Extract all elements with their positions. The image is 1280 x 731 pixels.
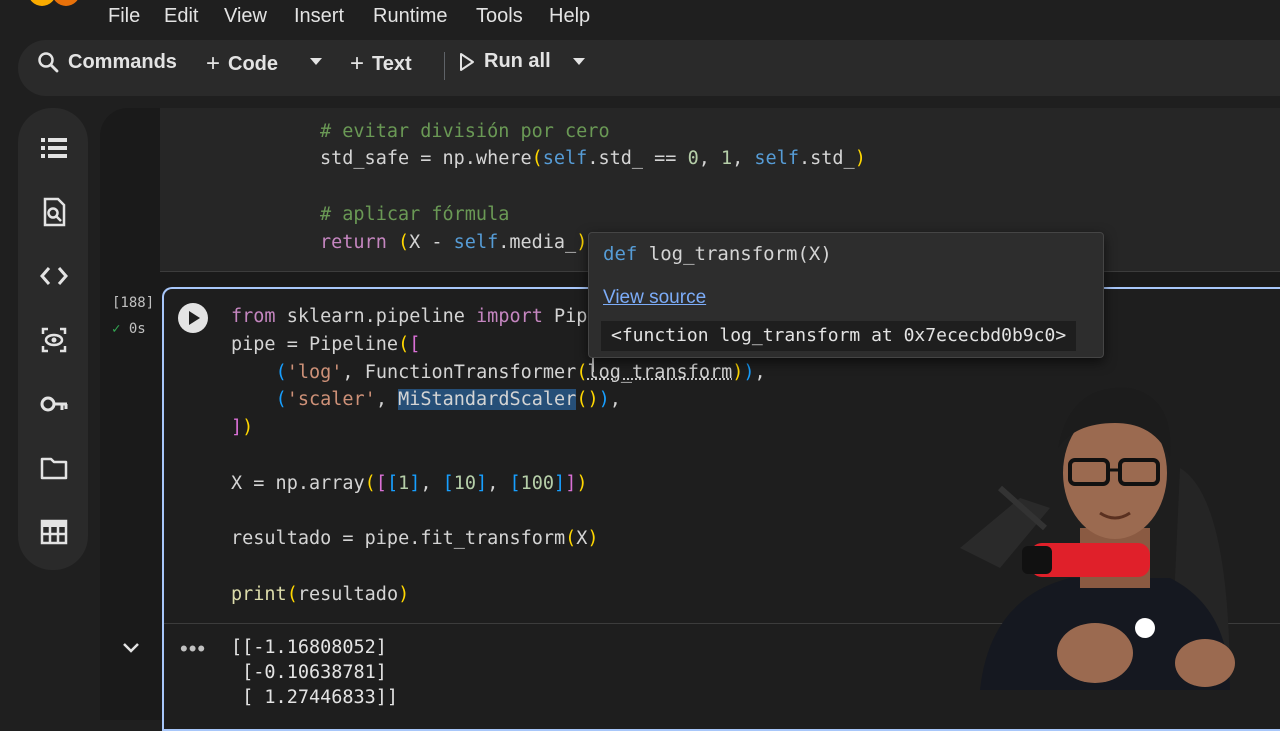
commands-button[interactable]: Commands [36, 50, 177, 74]
menu-file[interactable]: File [108, 5, 140, 28]
colab-logo[interactable] [28, 0, 82, 6]
find-icon[interactable] [39, 197, 69, 227]
view-source-link[interactable]: View source [603, 287, 706, 309]
signature-tooltip: def log_transform(X) View source <functi… [588, 232, 1104, 358]
code-line: # evitar división por cero [320, 121, 610, 142]
play-icon [458, 52, 476, 72]
execution-time: ✓ 0s [112, 321, 146, 337]
secrets-key-icon[interactable] [39, 389, 69, 419]
output-line: [ 1.27446833]] [231, 687, 398, 708]
code-line: ('log', FunctionTransformer(log_transfor… [231, 362, 766, 383]
menu-edit[interactable]: Edit [164, 5, 198, 28]
code-line: ]) [231, 417, 253, 438]
chevron-down-icon[interactable] [120, 636, 142, 658]
code-dropdown-icon[interactable] [310, 58, 322, 65]
run-all-button[interactable]: Run all [458, 50, 551, 73]
code-line: ('scaler', MiStandardScaler()), [231, 389, 621, 410]
toolbar: Commands + Code + Text Run all [0, 36, 1280, 96]
menu-view[interactable]: View [224, 5, 267, 28]
execution-time-value: 0s [129, 321, 146, 337]
code-snippets-icon[interactable] [39, 261, 69, 291]
code-line: pipe = Pipeline([ [231, 334, 420, 355]
search-icon [36, 50, 60, 74]
check-icon: ✓ [112, 321, 120, 337]
code-label: Code [228, 53, 278, 76]
table-of-contents-icon[interactable] [39, 133, 69, 163]
code-line: return (X - self.media_) [320, 232, 587, 253]
menu-help[interactable]: Help [549, 5, 590, 28]
menu-insert[interactable]: Insert [294, 5, 344, 28]
menu-bar: File Edit View Insert Runtime Tools Help [0, 0, 1280, 36]
run-all-dropdown-icon[interactable] [573, 58, 585, 65]
data-table-icon[interactable] [39, 517, 69, 547]
files-folder-icon[interactable] [39, 453, 69, 483]
text-label: Text [372, 53, 412, 76]
code-line: resultado = pipe.fit_transform(X) [231, 528, 599, 549]
code-line: print(resultado) [231, 584, 409, 605]
run-all-label: Run all [484, 50, 551, 73]
output-line: [-0.10638781] [231, 662, 387, 683]
add-code-button[interactable]: + Code [206, 50, 278, 78]
plus-icon: + [206, 50, 220, 78]
commands-label: Commands [68, 51, 177, 74]
tooltip-signature: def log_transform(X) [603, 243, 832, 265]
variables-icon[interactable] [39, 325, 69, 355]
webcam-overlay [930, 378, 1260, 690]
output-actions-icon[interactable]: ••• [180, 636, 206, 662]
run-cell-button[interactable] [178, 303, 208, 333]
menu-tools[interactable]: Tools [476, 5, 523, 28]
add-text-button[interactable]: + Text [350, 50, 412, 78]
output-line: [[-1.16808052] [231, 637, 387, 658]
toolbar-divider [444, 52, 445, 80]
tooltip-repr: <function log_transform at 0x7ececbd0b9c… [601, 321, 1076, 351]
play-icon [189, 311, 200, 325]
plus-icon: + [350, 50, 364, 78]
left-sidebar [18, 108, 88, 570]
code-line: X = np.array([[1], [10], [100]]) [231, 473, 587, 494]
execution-count: [188] [112, 295, 154, 311]
code-line: # aplicar fórmula [320, 204, 509, 225]
code-line: from sklearn.pipeline import Pip [231, 306, 587, 327]
code-line: std_safe = np.where(self.std_ == 0, 1, s… [320, 148, 866, 169]
menu-runtime[interactable]: Runtime [373, 5, 447, 28]
